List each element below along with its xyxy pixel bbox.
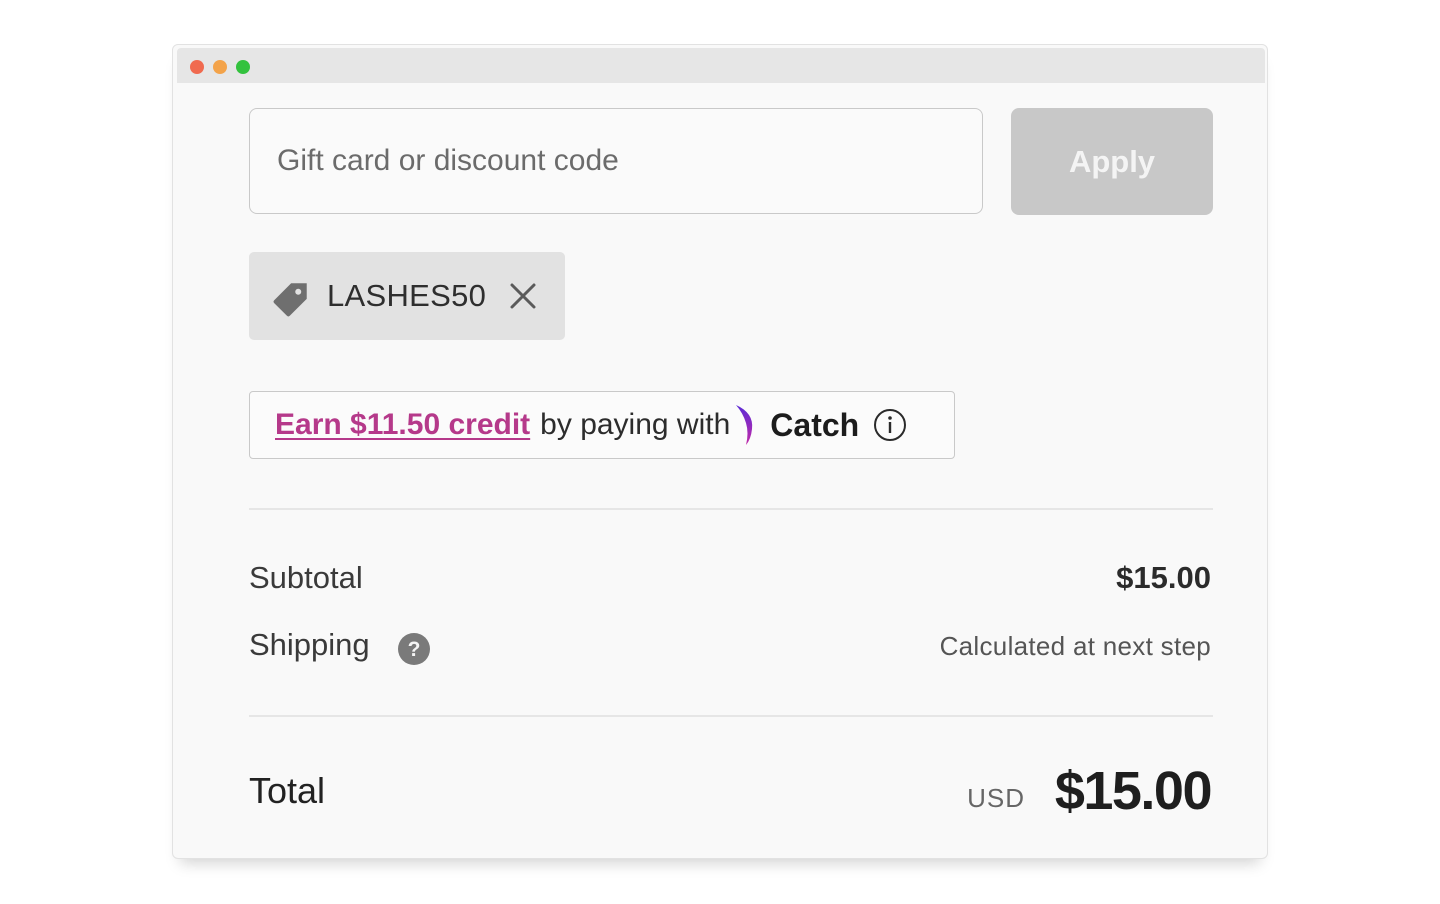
catch-brand-name: Catch [770,406,860,443]
subtotal-label: Subtotal [249,560,363,595]
subtotal-value: $15.00 [1116,560,1211,595]
shipping-value: Calculated at next step [939,631,1211,661]
applied-code-label: LASHES50 [327,278,487,313]
catch-offer-text: by paying with [540,408,731,441]
shipping-label: Shipping [249,627,370,662]
close-icon[interactable] [508,281,538,311]
minimize-window-button[interactable] [213,60,227,74]
summary-divider-top [249,508,1213,510]
checkout-window: Apply LASHES50 Earn $11.50 credit by pay… [172,44,1268,859]
catch-logo-icon [736,405,753,445]
close-window-button[interactable] [190,60,204,74]
total-value: $15.00 [1054,761,1213,821]
applied-discount-chip: LASHES50 [249,252,565,340]
window-titlebar [177,48,1265,83]
zoom-window-button[interactable] [236,60,250,74]
currency-code: USD [967,783,1025,813]
tag-icon [273,283,307,317]
svg-text:?: ? [408,638,421,661]
apply-discount-button[interactable]: Apply [1011,108,1213,215]
total-label: Total [249,770,326,811]
summary-divider-bottom [249,715,1213,717]
question-icon[interactable]: ? [397,632,431,666]
discount-code-input[interactable] [249,108,983,214]
earn-credit-link[interactable]: Earn $11.50 credit [275,408,530,442]
catch-credit-banner: Earn $11.50 credit by paying with Catch [249,391,955,459]
info-icon[interactable] [873,408,907,442]
